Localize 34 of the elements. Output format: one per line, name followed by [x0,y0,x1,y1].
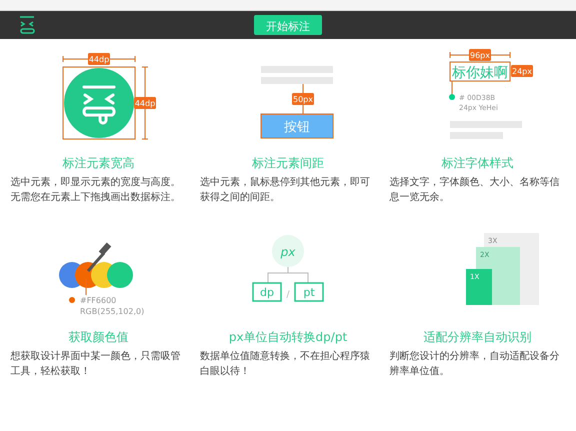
start-annotation-button[interactable]: 开始标注 [254,15,322,35]
feature-title: 获取颜色值 [68,329,129,346]
leader-line [452,80,453,96]
feature-title: px单位自动转换dp/pt [228,329,348,346]
separator: / [286,290,290,300]
hex-value: #FF6600 [80,296,116,305]
dimension-badge: 44dp [134,97,156,109]
feature-title: 适配分辨率自动识别 [423,329,532,346]
feature-title: 标注元素宽高 [62,155,135,172]
feature-description: 选中元素，即显示元素的宽度与高度。无需您在元素上下拖拽画出数据标注。 [10,176,182,205]
px-bubble: px [272,235,304,267]
dimension-badge: 96px [469,49,492,61]
feature-title: 标注元素间距 [252,155,324,172]
feature-description: 选择文字，字体颜色、大小、名称等信息一览无余。 [389,176,560,205]
connector-line [267,266,308,284]
feature-description: 想获取设计界面中某一颜色，只需吸管工具，轻松获取！ [10,350,182,379]
sample-button-drawing: 按钮 [260,114,334,138]
dimension-badge: 24px [511,65,534,77]
dimension-badge: 50px [292,93,314,105]
leader-line [85,278,86,296]
rgb-value: RGB(255,102,0) [80,307,144,316]
color-swatch [106,262,133,288]
feature-description: 数据单位值随意转换，不在担心程序猿白眼以待！ [200,350,371,379]
dimension-badge: 44dp [88,53,110,65]
feature-description: 判断您设计的分辨率，自动适配设备分辨率单位值。 [389,350,560,379]
color-dot [68,297,75,303]
logo-icon [18,15,36,35]
sample-text: 标你妹啊 [450,62,511,82]
unit-tag: dp [252,282,282,302]
feature-title: 标注字体样式 [441,155,514,172]
unit-tag: pt [294,282,324,302]
color-dot [449,94,456,100]
eyedropper-icon [86,242,111,272]
feature-description: 选中元素，鼠标悬停到其他元素，即可获得之间的间距。 [200,176,371,205]
